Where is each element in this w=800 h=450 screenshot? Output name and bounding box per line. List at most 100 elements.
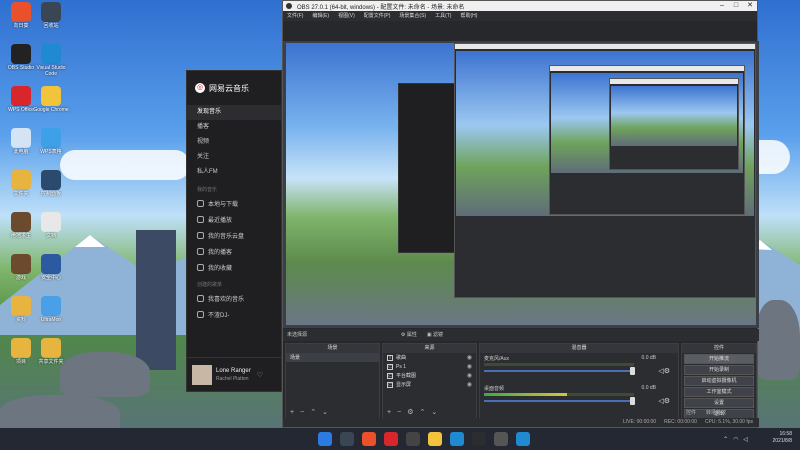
desktop-icon[interactable]: 共享文件夹 [32,338,70,365]
playlist-item[interactable]: 不渣DJ- [187,306,281,322]
music-nav-item[interactable]: 私人FM [187,165,281,180]
taskbar-app-icon[interactable] [450,432,464,446]
controls-tab[interactable]: 转场特效 [706,408,726,418]
source-item[interactable]: T 歌曲 ◉ [383,353,476,362]
obs-titlebar: OBS 27.0.1 (64-bit, windows) - 配置文件: 未命名… [283,1,757,11]
music-list-item[interactable]: 最近播放 [187,211,281,227]
mixer-dock[interactable]: 混音器 麦克风/Aux 0.0 dB ◁⚙ 桌面音频 0.0 dB ◁⚙ [479,343,679,419]
music-list-item[interactable]: 我的收藏 [187,259,281,275]
menu-item[interactable]: 场景集合(S) [399,11,426,21]
taskbar-app-icon[interactable] [362,432,376,446]
music-nav-item[interactable]: 视频 [187,135,281,150]
eye-icon[interactable]: ◉ [467,372,472,379]
add-icon[interactable]: + [290,408,294,418]
desktop-icon[interactable]: 文档 [32,212,70,239]
properties-button[interactable]: ⚙ 属性 [401,329,417,341]
wifi-icon[interactable]: ◠ [733,436,738,443]
control-button[interactable]: 开始推流 [684,354,754,364]
music-list-item[interactable]: 我的音乐云盘 [187,227,281,243]
minimize-icon[interactable]: – [715,1,729,11]
taskbar-app-icon[interactable] [340,432,354,446]
control-button[interactable]: 设置 [684,398,754,408]
control-button[interactable]: 工作室模式 [684,387,754,397]
taskbar-app-icon[interactable] [406,432,420,446]
controls-tab[interactable]: 控件 [686,408,696,418]
eye-icon[interactable]: ◉ [467,381,472,388]
taskbar-app-icon[interactable] [384,432,398,446]
desktop-icon[interactable]: Visual Studio Code [32,44,70,77]
menu-item[interactable]: 帮助(H) [460,11,477,21]
obs-menubar: 文件(F) 编辑(E) 视图(V) 配置文件(P) 场景集合(S) 工具(T) 帮助(H) [283,11,757,21]
control-button[interactable]: 启动虚拟摄像机 [684,376,754,386]
source-item[interactable]: ▭ 平台截图 ◉ [383,371,476,380]
taskbar-app-icon[interactable] [472,432,486,446]
music-nav-item[interactable]: 播客 [187,120,281,135]
taskbar-app-icon[interactable] [318,432,332,446]
taskbar-app-icon[interactable] [494,432,508,446]
netease-music-window[interactable]: ◎ 网易云音乐 发现音乐 播客 视频 关注 私人FM 我的音乐 本地与下载 最近播放 我的音… [186,70,282,392]
music-nav-item[interactable]: 关注 [187,150,281,165]
clock[interactable]: 16:58 2021/8/8 [773,431,792,445]
music-list-label: 我的收藏 [208,265,233,272]
desktop-icon[interactable]: UltraMon [32,296,70,323]
desktop-icon-label: UltraMon [40,317,62,323]
up-icon[interactable]: ⌃ [419,408,425,418]
up-icon[interactable]: ⌃ [310,408,316,418]
volume-icon[interactable]: ◁ [743,436,748,443]
scene-item[interactable]: 场景 [286,353,379,362]
volume-slider[interactable] [484,370,634,372]
sources-list: T 歌曲 ◉ ▭ Ps 1 ◉ ▭ 平台截图 ◉ ▭ 显示屏 ◉ [383,353,476,389]
menu-item[interactable]: 工具(T) [435,11,451,21]
down-icon[interactable]: ⌄ [322,408,328,418]
album-cover[interactable] [192,364,212,385]
controls-dock[interactable]: 控件 开始推流 开始录制 启动虚拟摄像机 工作室模式 设置 退出 控件 转场特效 [681,343,757,419]
remove-icon[interactable]: − [300,408,304,418]
control-button[interactable]: 开始录制 [684,365,754,375]
maximize-icon[interactable]: □ [729,1,743,11]
menu-item[interactable]: 文件(F) [287,11,303,21]
desktop-icon[interactable]: Google Chrome [32,86,70,113]
scenes-dock[interactable]: 场景 场景 + − ⌃ ⌄ [285,343,380,419]
list-icon [197,247,204,255]
menu-item[interactable]: 编辑(E) [312,11,329,21]
obs-preview[interactable] [283,41,759,328]
down-icon[interactable]: ⌄ [431,408,437,418]
source-item[interactable]: ▭ 显示屏 ◉ [383,380,476,389]
menu-item[interactable]: 配置文件(P) [364,11,391,21]
desktop-icon[interactable]: 安全中心 [32,254,70,281]
heart-icon[interactable]: ♡ [257,371,263,379]
source-item[interactable]: ▭ Ps 1 ◉ [383,362,476,371]
source-name: 歌曲 [396,355,407,361]
gear-icon[interactable]: ⚙ [407,408,413,418]
volume-knob[interactable] [630,367,635,375]
menu-item[interactable]: 视图(V) [338,11,355,21]
chevron-up-icon[interactable]: ⌃ [723,436,728,443]
music-nav-item[interactable]: 发现音乐 [187,105,281,120]
obs-window[interactable]: OBS 27.0.1 (64-bit, windows) - 配置文件: 未命名… [282,0,759,428]
taskbar-app-icon[interactable] [516,432,530,446]
volume-icon[interactable]: ◁⚙ [658,397,670,405]
remove-icon[interactable]: − [397,408,401,418]
mixer-channel: 麦克风/Aux 0.0 dB ◁⚙ [480,353,678,383]
volume-icon[interactable]: ◁⚙ [658,367,670,375]
list-icon [197,215,204,223]
music-list-item[interactable]: 我的播客 [187,243,281,259]
desktop-icon[interactable]: 控制面板 [32,170,70,197]
desktop-icon[interactable]: WPS表格 [32,128,70,155]
music-list-item[interactable]: 本地与下载 [187,195,281,211]
sources-header: 来源 [383,344,476,353]
eye-icon[interactable]: ◉ [467,354,472,361]
filters-button[interactable]: ▣ 滤镜 [427,329,443,341]
volume-slider[interactable] [484,400,634,402]
app-icon [41,2,61,22]
playlist-item[interactable]: 我喜欢的音乐 [187,290,281,306]
mixer-db: 0.0 dB [641,385,656,391]
sources-dock[interactable]: 来源 T 歌曲 ◉ ▭ Ps 1 ◉ ▭ 平台截图 ◉ ▭ 显示屏 ◉ + − ⚙ ⌃ ⌄ [382,343,477,419]
close-icon[interactable]: ✕ [743,1,757,11]
volume-knob[interactable] [630,397,635,405]
taskbar-app-icon[interactable] [428,432,442,446]
eye-icon[interactable]: ◉ [467,363,472,370]
now-playing-bar[interactable]: Lone Ranger Rachel Platten ♡ [187,357,281,391]
desktop-icon[interactable]: 回收站 [32,2,70,29]
add-icon[interactable]: + [387,408,391,418]
